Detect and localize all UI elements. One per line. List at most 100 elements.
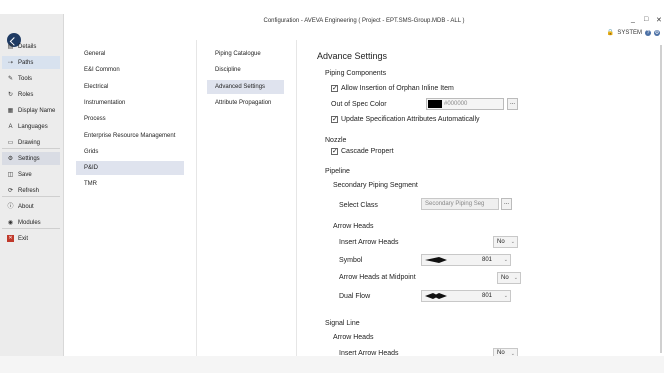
section-nozzle: Nozzle <box>325 137 347 144</box>
chevron-down-icon: ⌄ <box>503 293 508 299</box>
select-class-label: Select Class <box>339 202 378 209</box>
user-name[interactable]: SYSTEM <box>617 30 642 36</box>
nav-item-display-name[interactable]: ▦ Display Name <box>2 104 60 117</box>
save-icon: ◫ <box>7 171 14 178</box>
info-icon: ⓘ <box>7 203 14 210</box>
color-swatch <box>428 100 442 108</box>
chevron-down-icon: ⌄ <box>513 275 518 281</box>
nav-item-label: Roles <box>18 91 34 98</box>
category-item[interactable]: Grids <box>76 145 184 159</box>
details-icon: ▤ <box>7 43 14 50</box>
page-title: Advance Settings <box>317 51 388 61</box>
nav-item-settings[interactable]: ⚙ Settings <box>2 152 60 165</box>
allow-orphan-checkbox[interactable]: ✓ <box>331 85 338 92</box>
midpoint-value: No <box>501 275 509 281</box>
update-spec-checkbox[interactable]: ✓ <box>331 116 338 123</box>
nav-item-label: About <box>18 203 34 210</box>
chevron-down-icon: ⌄ <box>503 257 508 263</box>
user-icon: 🔒 <box>606 30 615 36</box>
category-item[interactable]: Process <box>76 112 184 126</box>
maximize-button[interactable]: □ <box>644 16 648 23</box>
nav-item-exit[interactable]: ✕ Exit <box>2 232 60 245</box>
dual-flow-label: Dual Flow <box>339 293 371 300</box>
midpoint-dropdown[interactable]: No ⌄ <box>497 272 521 284</box>
arrow-head-symbol-icon <box>425 257 447 263</box>
help-icon[interactable]: ? <box>645 29 651 36</box>
paths-icon: ⇢ <box>7 59 14 66</box>
dual-flow-value: 801 <box>482 293 493 299</box>
nav-item-label: Save <box>18 171 32 178</box>
nav-item-paths[interactable]: ⇢ Paths <box>2 56 60 69</box>
tools-icon: ✎ <box>7 75 14 82</box>
settings-scrollbar[interactable] <box>660 45 662 353</box>
insert-arrow-value: No <box>497 239 505 245</box>
exit-icon: ✕ <box>7 235 14 242</box>
user-bar: 🔒 SYSTEM ? ⚙ <box>607 29 660 36</box>
minimize-button[interactable]: _ <box>631 16 635 23</box>
close-button[interactable]: ✕ <box>656 16 662 24</box>
category-item[interactable]: Instrumentation <box>76 96 184 110</box>
divider <box>196 40 197 356</box>
insert-arrow-label: Insert Arrow Heads <box>339 239 399 246</box>
cascade-label: Cascade Propert <box>341 148 394 155</box>
nav-item-label: Exit <box>18 235 29 242</box>
color-browse-button[interactable]: ... <box>507 98 518 110</box>
symbol-value: 801 <box>482 257 493 263</box>
nav-item-languages[interactable]: A Languages <box>2 120 60 133</box>
signal-insert-arrow-value: No <box>497 349 505 356</box>
refresh-icon: ⟳ <box>7 187 14 194</box>
nav-item-label: Drawing <box>18 139 41 146</box>
category-item[interactable]: P&ID <box>76 161 184 176</box>
symbol-label: Symbol <box>339 257 363 264</box>
color-picker[interactable]: #000000 <box>426 98 504 110</box>
category-item[interactable]: General <box>76 47 184 61</box>
allow-orphan-label: Allow Insertion of Orphan Inline Item <box>341 85 454 92</box>
update-spec-label: Update Specification Attributes Automati… <box>341 116 480 123</box>
out-of-spec-label: Out of Spec Color <box>331 101 387 108</box>
nav-item-label: Paths <box>18 59 34 66</box>
nav-item-label: Refresh <box>18 187 40 194</box>
nav-separator <box>2 196 60 197</box>
secondary-segment-label: Secondary Piping Segment <box>333 182 418 189</box>
category-item[interactable]: Electrical <box>76 80 184 94</box>
settings-circle-icon[interactable]: ⚙ <box>654 29 660 36</box>
signal-arrow-heads-label: Arrow Heads <box>333 334 374 341</box>
nav-separator <box>2 228 60 229</box>
midpoint-label: Arrow Heads at Midpoint <box>339 274 416 281</box>
section-piping-components: Piping Components <box>325 70 387 77</box>
nav-item-roles[interactable]: ↻ Roles <box>2 88 60 101</box>
insert-arrow-dropdown[interactable]: No ⌄ <box>493 236 518 248</box>
subcategory-item[interactable]: Discipline <box>207 63 284 77</box>
select-class-field[interactable]: Secondary Piping Seg <box>421 198 499 210</box>
divider <box>296 40 297 356</box>
subcategory-item[interactable]: Attribute Propagation <box>207 96 284 110</box>
nav-item-label: Settings <box>18 155 40 162</box>
nav-item-label: Display Name <box>18 107 56 114</box>
symbol-dropdown[interactable]: 801 ⌄ <box>421 254 511 266</box>
color-value: #000000 <box>444 101 468 107</box>
display-name-icon: ▦ <box>7 107 14 114</box>
window-title: Configuration - AVEVA Engineering ( Proj… <box>263 18 465 24</box>
nav-item-about[interactable]: ⓘ About <box>2 200 60 213</box>
nav-item-save[interactable]: ◫ Save <box>2 168 60 181</box>
bottom-strip <box>0 356 664 373</box>
subcategory-item[interactable]: Advanced Settings <box>207 79 284 94</box>
title-bar: Configuration - AVEVA Engineering ( Proj… <box>64 14 664 28</box>
dual-flow-symbol-icon <box>425 293 447 299</box>
nav-item-details[interactable]: ▤ Details <box>2 40 60 53</box>
nav-item-label: Modules <box>18 219 41 226</box>
cascade-checkbox[interactable]: ✓ <box>331 148 338 155</box>
subcategory-item[interactable]: Piping Catalogue <box>207 47 284 61</box>
drawing-icon: ▭ <box>7 139 14 146</box>
section-pipeline: Pipeline <box>325 168 350 175</box>
languages-icon: A <box>8 123 13 130</box>
nav-item-tools[interactable]: ✎ Tools <box>2 72 60 85</box>
roles-icon: ↻ <box>7 91 14 98</box>
dual-flow-dropdown[interactable]: 801 ⌄ <box>421 290 511 302</box>
class-browse-button[interactable]: ... <box>501 198 512 210</box>
category-item[interactable]: TMR <box>76 177 184 191</box>
chevron-down-icon: ⌄ <box>510 239 515 245</box>
category-item[interactable]: E&I Common <box>76 63 184 77</box>
category-item[interactable]: Enterprise Resource Management <box>76 129 184 143</box>
nav-item-label: Details <box>18 43 37 50</box>
